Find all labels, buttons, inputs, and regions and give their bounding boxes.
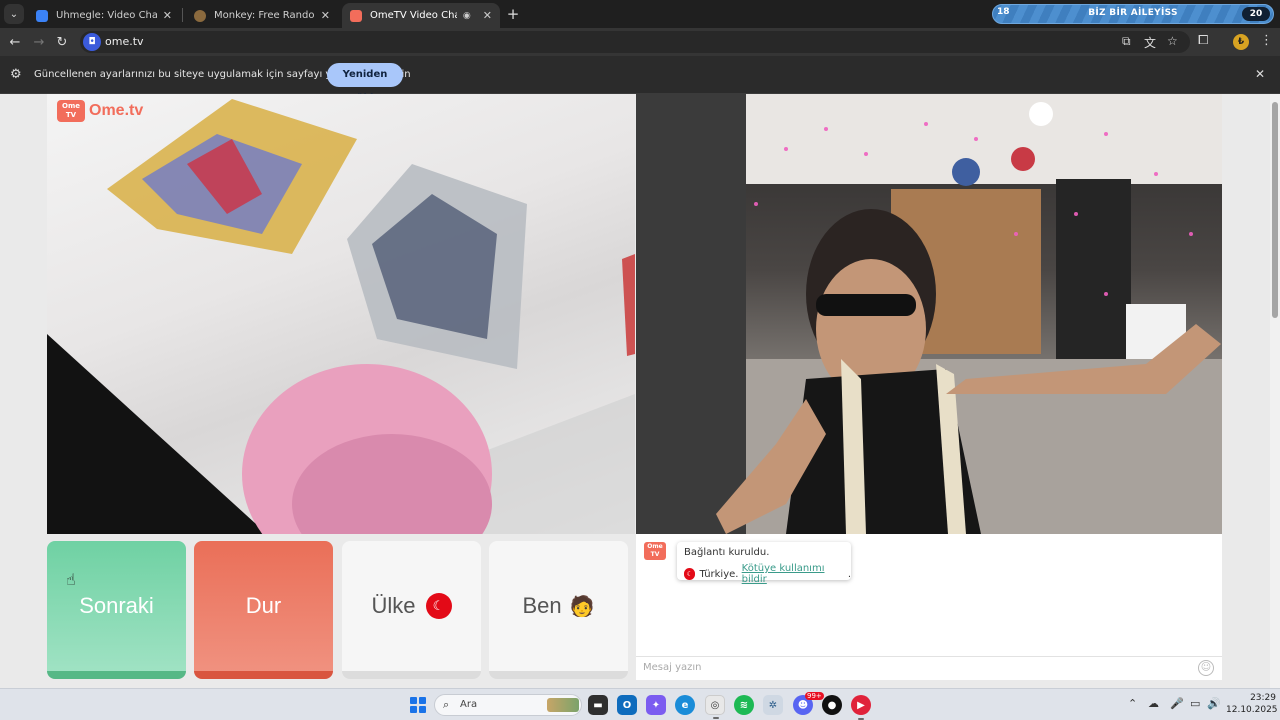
- close-tab-icon[interactable]: ✕: [321, 9, 330, 22]
- tab-strip: ⌄ Uhmegle: Video Chat | Omegle ✕ Monkey:…: [0, 0, 1280, 28]
- stranger-video: [636, 94, 1222, 534]
- ometv-favicon-icon: [350, 9, 362, 22]
- mouse-pointer-icon: ☝: [66, 570, 76, 589]
- local-video-scene: [47, 99, 635, 534]
- stranger-country-text: Türkiye.: [699, 568, 739, 580]
- turkey-flag-icon: ☾: [684, 568, 696, 580]
- turkey-flag-icon: ☾: [425, 593, 452, 619]
- windows-taskbar: ⌕ Ara ▬ O ✦ e ◎ ≋ ✲ ☻ 99+ ● ▶ ⌃ ☁ 🎤 ▭ 🔊 …: [0, 688, 1280, 720]
- uhmegle-favicon-icon: [36, 9, 48, 22]
- stop-button-label: Dur: [245, 593, 282, 618]
- chat-panel: Ome TV Bağlantı kuruldu. ☾ Türkiye. Kötü…: [636, 534, 1222, 680]
- reload-page-button[interactable]: Yeniden Yükle: [327, 63, 403, 104]
- tab-monkey[interactable]: Monkey: Free Random Video C ✕: [186, 3, 338, 28]
- file-explorer-icon[interactable]: ▬: [588, 695, 608, 715]
- screen-recorder-icon[interactable]: ▶: [851, 695, 871, 720]
- report-abuse-link[interactable]: Kötüye kullanımı bildir: [742, 563, 848, 585]
- scrollbar-thumb[interactable]: [1272, 102, 1278, 318]
- translate-icon[interactable]: 文: [1144, 34, 1156, 51]
- back-icon[interactable]: ←: [6, 33, 24, 51]
- profile-avatar[interactable]: ₺: [1233, 34, 1249, 50]
- site-info-icon[interactable]: ◘: [83, 33, 101, 51]
- tab-ometv[interactable]: OmeTV Video Chat — Ome ◉ ✕: [342, 3, 500, 28]
- me-button-label: Ben: [522, 593, 562, 618]
- copilot-icon[interactable]: ✦: [646, 695, 666, 715]
- ometv-logo[interactable]: Ome TV Ome.tv: [57, 100, 143, 122]
- taskbar-search[interactable]: ⌕ Ara: [434, 694, 582, 716]
- settings-app-icon[interactable]: ✲: [763, 695, 783, 715]
- obs-icon[interactable]: ●: [822, 695, 842, 715]
- tab-uhmegle[interactable]: Uhmegle: Video Chat | Omegle ✕: [28, 3, 180, 28]
- promo-right-number: 20: [1242, 7, 1270, 21]
- notification-badge: 99+: [805, 692, 824, 700]
- settings-infobar: ⚙ Güncellenen ayarlarınızı bu siteye uyg…: [0, 56, 1280, 104]
- close-tab-icon[interactable]: ✕: [163, 9, 172, 22]
- forward-icon[interactable]: →: [30, 33, 48, 51]
- browser-toolbar: ← → ↻ ◘ ome.tv ⧉ 文 ☆ ⧠ ₺ ⋮: [0, 28, 1280, 56]
- cloud-sync-icon[interactable]: ☁: [1148, 697, 1159, 710]
- system-message: Bağlantı kuruldu. ☾ Türkiye. Kötüye kull…: [677, 542, 851, 585]
- microphone-icon[interactable]: 🎤: [1170, 697, 1184, 710]
- tab-title: Uhmegle: Video Chat | Omegle: [56, 10, 157, 21]
- country-button-label: Ülke: [371, 593, 416, 618]
- system-clock[interactable]: 23:29 12.10.2025: [1226, 692, 1278, 716]
- search-highlight-image: [547, 698, 579, 712]
- show-hidden-icons-icon[interactable]: ⌃: [1128, 697, 1137, 710]
- spotify-icon[interactable]: ≋: [734, 695, 754, 715]
- tab-title: Monkey: Free Random Video C: [214, 10, 315, 21]
- stop-button[interactable]: Dur: [194, 541, 333, 679]
- edge-icon[interactable]: e: [675, 695, 695, 715]
- next-button-label: Sonraki: [79, 593, 154, 618]
- chat-ometv-icon: Ome TV: [644, 542, 666, 560]
- logo-text: Ome.tv: [89, 102, 144, 119]
- extensions-icon[interactable]: ⧠: [1198, 33, 1208, 48]
- tab-search-icon[interactable]: ⌄: [4, 4, 24, 24]
- windows-start-icon[interactable]: [410, 697, 426, 713]
- network-icon[interactable]: ▭: [1190, 697, 1200, 710]
- volume-icon[interactable]: 🔊: [1207, 697, 1221, 710]
- next-button[interactable]: Sonraki: [47, 541, 186, 679]
- trailing-period: .: [847, 568, 851, 580]
- chrome-icon[interactable]: ◎: [705, 695, 725, 719]
- monkey-favicon-icon: [194, 9, 206, 22]
- emoji-smile-icon[interactable]: ☺: [1198, 660, 1214, 676]
- address-bar[interactable]: ◘ ome.tv ⧉ 文 ☆: [80, 31, 1190, 53]
- me-button[interactable]: Ben 🧑: [489, 541, 628, 679]
- logo-badge: Ome TV: [57, 100, 85, 122]
- new-tab-icon[interactable]: +: [504, 5, 522, 23]
- promo-banner[interactable]: 18 BİZ BİR AİLEYİSS 20: [992, 4, 1274, 24]
- message-input[interactable]: Mesaj yazın ☺: [636, 656, 1222, 680]
- connection-status-text: Bağlantı kuruldu.: [684, 547, 770, 558]
- install-app-icon[interactable]: ⧉: [1122, 34, 1131, 49]
- tab-title: OmeTV Video Chat — Ome: [370, 10, 457, 21]
- promo-text: BİZ BİR AİLEYİSS: [1088, 8, 1178, 18]
- stranger-video-scene: [636, 94, 1222, 534]
- close-infobar-icon[interactable]: ✕: [1255, 67, 1265, 81]
- reload-icon[interactable]: ↻: [53, 33, 71, 51]
- bookmark-star-icon[interactable]: ☆: [1167, 34, 1178, 48]
- url-text[interactable]: ome.tv: [105, 35, 144, 48]
- outlook-icon[interactable]: O: [617, 695, 637, 715]
- search-icon: ⌕: [443, 698, 450, 711]
- person-emoji-icon: 🧑: [569, 595, 595, 618]
- gear-icon: ⚙: [10, 67, 22, 82]
- tab-divider: [182, 8, 183, 22]
- close-tab-icon[interactable]: ✕: [483, 9, 492, 22]
- clock-time: 23:29: [1250, 693, 1276, 703]
- country-line: ☾ Türkiye. Kötüye kullanımı bildir.: [684, 563, 851, 585]
- search-label: Ara: [460, 699, 478, 710]
- menu-icon[interactable]: ⋮: [1260, 33, 1273, 48]
- country-button[interactable]: Ülke ☾: [342, 541, 481, 679]
- message-placeholder: Mesaj yazın: [643, 662, 702, 673]
- recording-icon: ◉: [462, 10, 471, 21]
- clock-date: 12.10.2025: [1226, 705, 1278, 715]
- local-video: Ome TV Ome.tv: [47, 94, 635, 534]
